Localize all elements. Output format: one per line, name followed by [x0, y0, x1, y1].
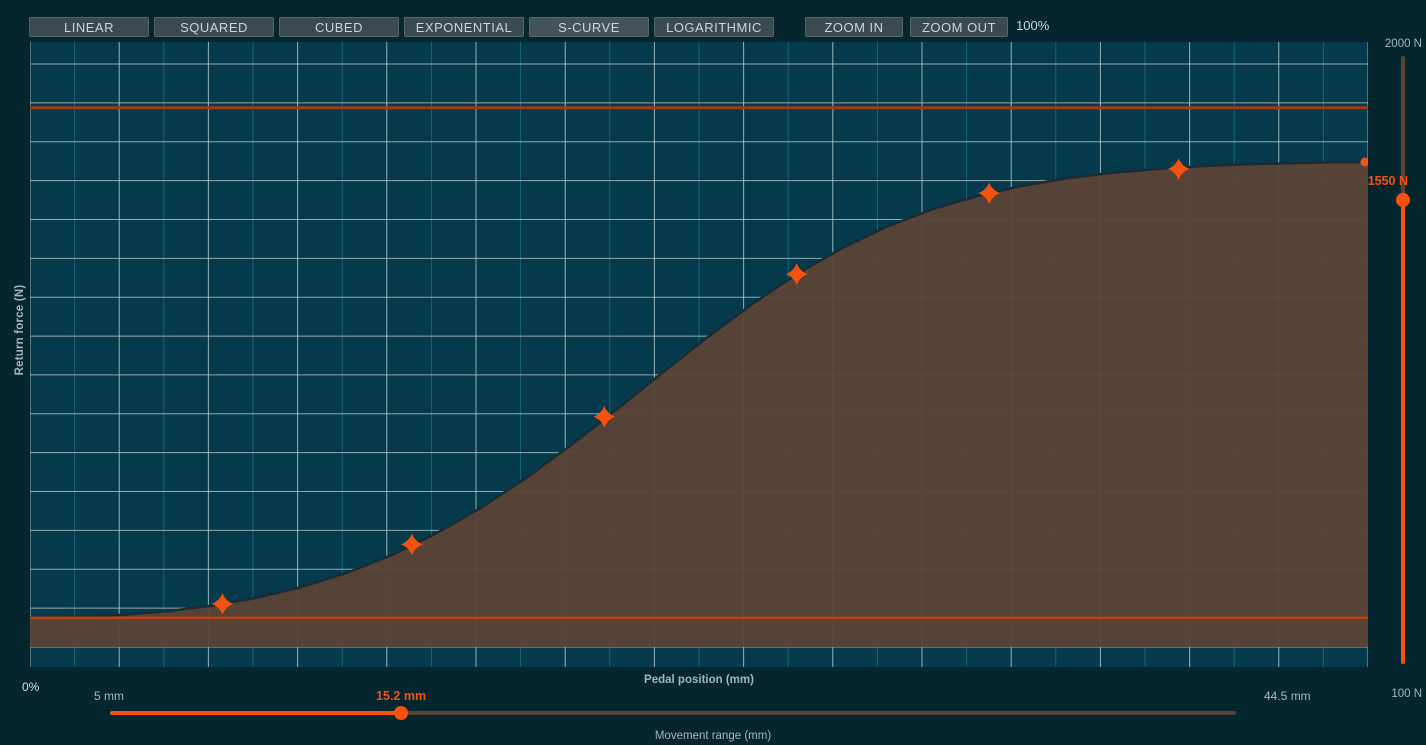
hslider-fill: [110, 711, 402, 715]
hslider-title: Movement range (mm): [654, 730, 772, 742]
zoom-level-label: 100%: [1016, 18, 1050, 33]
curve-type-button-cubed[interactable]: CUBED: [279, 17, 399, 37]
vslider-fill: [1401, 200, 1405, 664]
zoom-out-button[interactable]: ZOOM OUT: [910, 17, 1008, 37]
toolbar: LINEAR SQUARED CUBED EXPONENTIAL S-CURVE LOGA…: [0, 0, 1426, 42]
curve-type-button-linear[interactable]: LINEAR: [29, 17, 149, 37]
curve-type-button-squared[interactable]: SQUARED: [154, 17, 274, 37]
chart-container: Return force (N) 0% Pedal position (mm): [0, 42, 1426, 694]
plot-area[interactable]: [30, 42, 1368, 667]
x-axis-label: Pedal position (mm): [644, 674, 754, 686]
vslider-handle[interactable]: [1396, 193, 1410, 208]
hslider-value-label: 15.2 mm: [376, 689, 427, 703]
y-axis-label: Return force (N): [14, 284, 26, 376]
curve-type-button-s-curve[interactable]: S-CURVE: [529, 17, 649, 37]
movement-range-slider[interactable]: 5 mm 44.5 mm 15.2 mm Movement range (mm): [0, 689, 1426, 745]
curve-max-force-slider[interactable]: 2000 N 1550 N 100 N Curve maximum force: [1368, 38, 1426, 700]
curve-plot: [30, 42, 1368, 667]
curve-type-button-exponential[interactable]: EXPONENTIAL: [404, 17, 524, 37]
curve-type-button-logarithmic[interactable]: LOGARITHMIC: [654, 17, 774, 37]
zoom-in-button[interactable]: ZOOM IN: [805, 17, 903, 37]
vslider-max-label: 2000 N: [1384, 38, 1422, 50]
hslider-max-label: 44.5 mm: [1264, 689, 1311, 703]
hslider-handle[interactable]: [394, 706, 409, 720]
hslider-min-label: 5 mm: [94, 689, 124, 703]
vslider-value-label: 1550 N: [1367, 174, 1408, 189]
